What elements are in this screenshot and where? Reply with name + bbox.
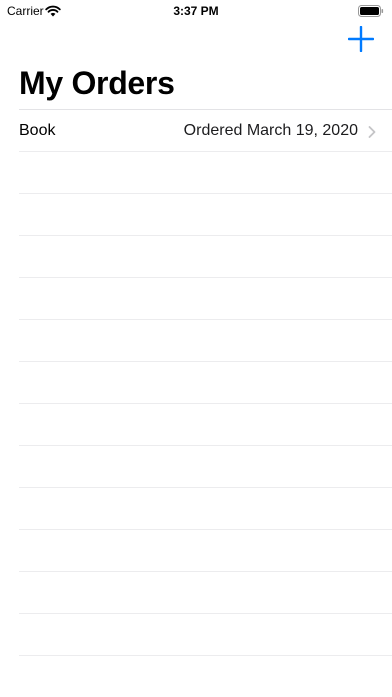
add-order-button[interactable] (344, 25, 378, 57)
status-time: 3:37 PM (173, 4, 219, 18)
order-date: Ordered March 19, 2020 (183, 122, 358, 139)
chevron-right-icon (368, 125, 376, 138)
status-bar: Carrier 3:37 PM (0, 0, 392, 22)
empty-row (19, 319, 392, 361)
plus-icon (347, 25, 375, 57)
empty-row (19, 235, 392, 277)
battery-icon (358, 4, 384, 17)
empty-row (19, 277, 392, 319)
order-row[interactable]: Book Ordered March 19, 2020 (19, 109, 392, 151)
empty-row (19, 613, 392, 655)
empty-row (19, 403, 392, 445)
empty-row (19, 655, 392, 697)
empty-row (19, 529, 392, 571)
empty-row (19, 151, 392, 193)
orders-table: Book Ordered March 19, 2020 (0, 109, 392, 697)
order-title: Book (19, 122, 56, 139)
page-title: My Orders (19, 65, 175, 101)
empty-row (19, 487, 392, 529)
empty-row (19, 571, 392, 613)
empty-row (19, 445, 392, 487)
empty-row (19, 361, 392, 403)
empty-row (19, 193, 392, 235)
